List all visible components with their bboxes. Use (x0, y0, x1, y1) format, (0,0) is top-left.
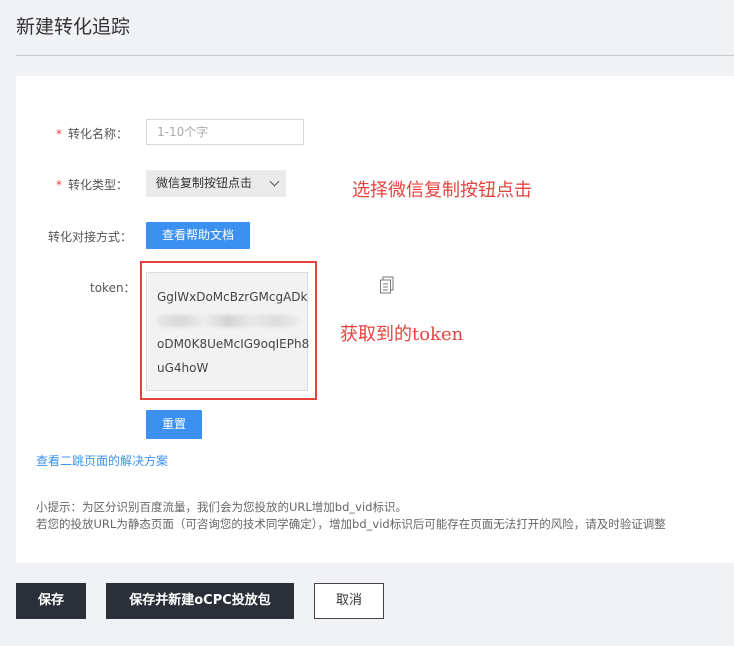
name-input[interactable] (146, 119, 304, 145)
type-select[interactable]: 微信复制按钮点击 (146, 170, 286, 197)
integration-label: 转化对接方式： (48, 230, 133, 244)
token-redacted-line (157, 315, 299, 327)
token-label: token： (90, 281, 136, 295)
page-header: 新建转化追踪 (0, 0, 734, 56)
required-marker: * (56, 178, 62, 192)
type-label: * 转化类型： (56, 176, 128, 193)
tip-line-2: 若您的投放URL为静态页面（可咨询您的技术同学确定），增加bd_vid标识后可能… (36, 517, 666, 531)
tip-line-1: 小提示：为区分识别百度流量，我们会为您投放的URL增加bd_vid标识。 (36, 500, 407, 514)
reset-button[interactable]: 重置 (146, 410, 202, 439)
token-display[interactable]: GglWxDoMcBzrGMcgADk oDM0K8UeMcIG9oqIEPh8… (146, 272, 310, 391)
save-and-new-button[interactable]: 保存并新建oCPC投放包 (106, 583, 294, 619)
page-title: 新建转化追踪 (16, 16, 131, 38)
type-annotation: 选择微信复制按钮点击 (352, 180, 532, 201)
cancel-button[interactable]: 取消 (314, 583, 384, 619)
name-label: * 转化名称： (56, 125, 128, 142)
token-line-3: oDM0K8UeMcIG9oqIEPh8 (157, 337, 310, 351)
token-annotation: 获取到的token (340, 324, 464, 345)
save-button[interactable]: 保存 (16, 583, 86, 619)
required-marker: * (56, 127, 62, 141)
type-select-value: 微信复制按钮点击 (156, 176, 253, 190)
token-line-4: uG4hoW (157, 361, 209, 375)
help-doc-button[interactable]: 查看帮助文档 (146, 222, 250, 249)
type-label-text: 转化类型： (68, 178, 129, 192)
chevron-down-icon (269, 176, 280, 187)
second-hop-solution-link[interactable]: 查看二跳页面的解决方案 (36, 452, 168, 469)
name-label-text: 转化名称： (68, 127, 129, 141)
copy-icon[interactable] (379, 276, 395, 294)
token-line-1: GglWxDoMcBzrGMcgADk (157, 290, 308, 304)
header-divider (16, 55, 734, 56)
